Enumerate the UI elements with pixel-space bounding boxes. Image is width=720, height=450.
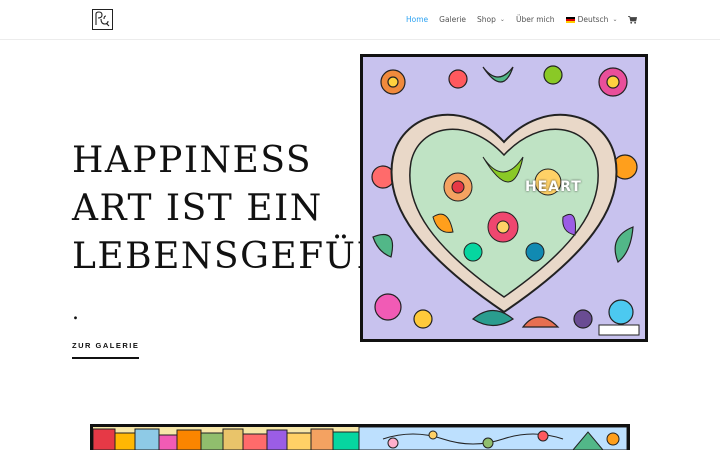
main-navigation: Home Galerie Shop ⌄ Über mich Deutsch ⌄: [406, 15, 648, 24]
artwork-illustration: [363, 57, 645, 339]
chevron-down-icon: ⌄: [499, 16, 505, 23]
gallery-link-button[interactable]: ZUR GALERIE: [72, 341, 140, 359]
second-artwork-image: [90, 424, 630, 450]
hero-title-line: ART IST EIN: [72, 188, 323, 229]
nav-item-home[interactable]: Home: [406, 15, 428, 24]
nav-item-label: Galerie: [439, 15, 467, 24]
hero-title-line: HAPPINESS: [72, 140, 313, 181]
language-label: Deutsch: [577, 15, 609, 24]
nav-item-shop[interactable]: Shop ⌄: [477, 15, 505, 24]
chevron-down-icon: ⌄: [612, 16, 618, 23]
logo-icon[interactable]: [92, 9, 113, 30]
hero-dot: .: [72, 300, 79, 325]
nav-item-galerie[interactable]: Galerie: [439, 15, 466, 24]
artwork-label: HEART: [525, 179, 582, 195]
strip-illustration: [93, 427, 627, 450]
nav-item-ueber-mich[interactable]: Über mich: [516, 15, 555, 24]
german-flag-icon: [565, 16, 575, 23]
cart-button[interactable]: [628, 15, 638, 24]
cart-icon: [628, 15, 638, 24]
nav-item-label: Über mich: [515, 15, 555, 24]
hero-title: HAPPINESS ART IST EIN LEBENSGEFÜHL: [72, 137, 413, 281]
site-header: Home Galerie Shop ⌄ Über mich Deutsch ⌄: [0, 0, 720, 40]
nav-item-label: Shop: [477, 15, 496, 24]
heart-artwork-image: HEART: [360, 54, 648, 342]
nav-item-label: Home: [406, 15, 429, 24]
language-switcher[interactable]: Deutsch ⌄: [565, 15, 618, 24]
